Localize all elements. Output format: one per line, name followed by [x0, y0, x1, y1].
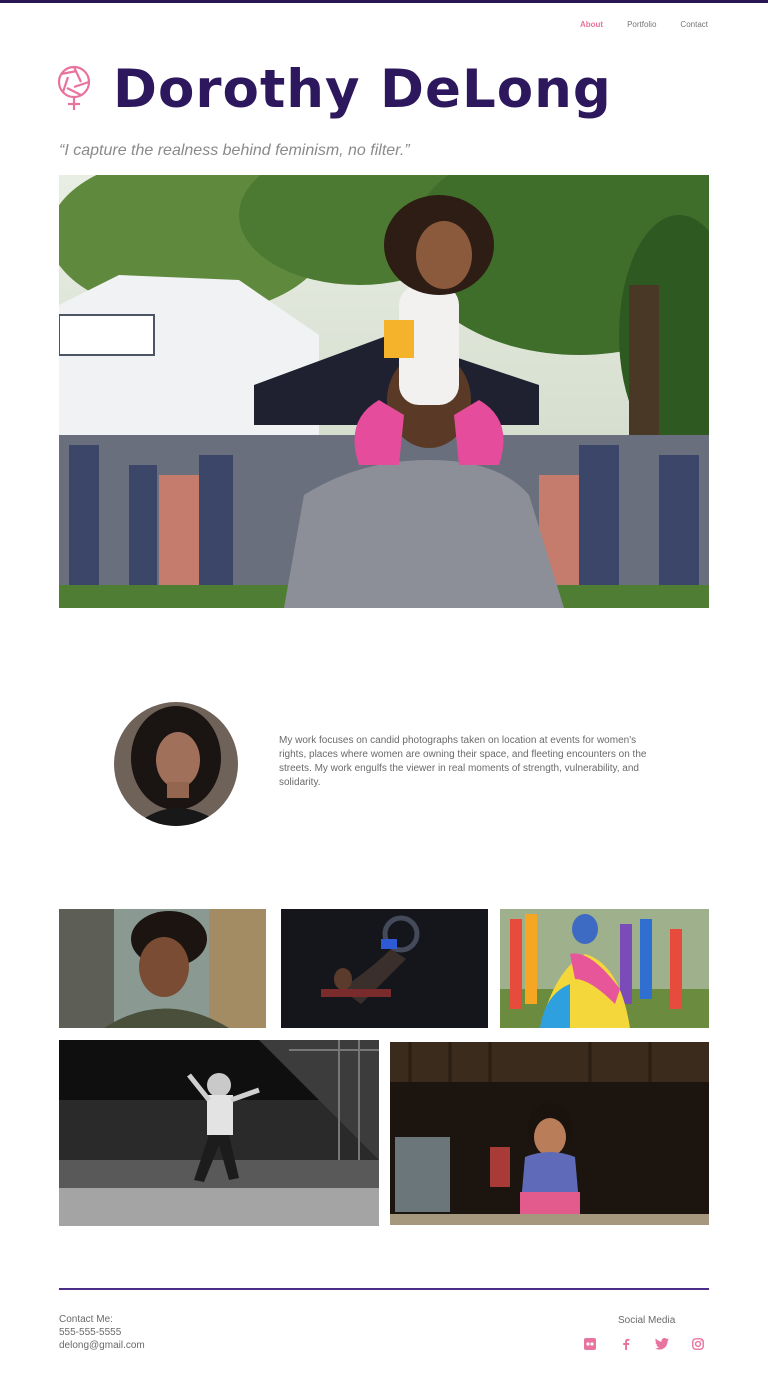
social-links [583, 1337, 705, 1351]
instagram-icon[interactable] [691, 1337, 705, 1351]
about-description: My work focuses on candid photographs ta… [279, 735, 647, 788]
main-nav: About Portfolio Contact [556, 20, 708, 29]
about-portrait-photo [114, 702, 238, 826]
top-accent-bar [0, 0, 768, 3]
tagline: “I capture the realness behind feminism,… [59, 142, 410, 159]
gallery-photo-smiling-girl[interactable] [390, 1042, 709, 1225]
nav-link-contact[interactable]: Contact [680, 20, 708, 29]
contact-email[interactable]: delong@gmail.com [59, 1339, 145, 1352]
gallery-photo-laughing-woman[interactable] [59, 909, 266, 1028]
gallery-photo-concert-dancer[interactable] [59, 1040, 379, 1226]
gallery-photo-pride-flag[interactable] [500, 909, 709, 1028]
nav-link-portfolio[interactable]: Portfolio [627, 20, 656, 29]
aperture-venus-icon [55, 63, 93, 113]
gallery-photo-gym[interactable] [281, 909, 488, 1028]
twitter-icon[interactable] [655, 1337, 669, 1351]
nav-link-about[interactable]: About [580, 20, 603, 29]
flickr-icon[interactable] [583, 1337, 597, 1351]
footer-divider [59, 1288, 709, 1290]
contact-label: Contact Me: [59, 1314, 113, 1325]
contact-phone[interactable]: 555-555-5555 [59, 1326, 145, 1339]
site-title: Dorothy DeLong [113, 59, 612, 120]
contact-block: Contact Me: 555-555-5555 delong@gmail.co… [59, 1313, 145, 1352]
facebook-icon[interactable] [619, 1337, 633, 1351]
social-media-label: Social Media [618, 1315, 676, 1326]
hero-photo [59, 175, 709, 608]
